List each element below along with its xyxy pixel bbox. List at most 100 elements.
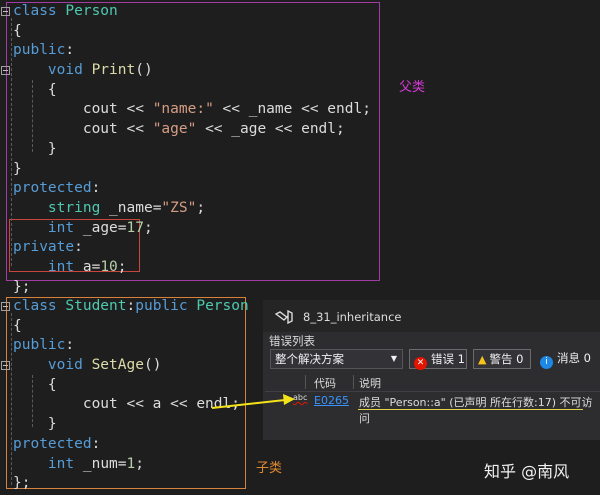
code-line[interactable]: int a=10;	[13, 258, 371, 278]
code-token: Person	[65, 3, 118, 19]
warnings-filter-button[interactable]: ▲ 警告 0	[473, 349, 531, 369]
column-header-code[interactable]: 代码	[314, 375, 336, 391]
chevron-down-icon: ▼	[390, 354, 397, 363]
parent-class-annotation: 父类	[399, 80, 426, 95]
scope-dropdown-value: 整个解决方案	[275, 352, 344, 366]
code-line[interactable]: int _age=17;	[13, 219, 371, 239]
code-line[interactable]: public:	[13, 41, 371, 61]
messages-filter-button[interactable]: i 消息 0	[536, 349, 600, 369]
error-table-header: 代码 说明	[265, 373, 600, 392]
error-code[interactable]: E0265	[314, 394, 349, 407]
code-token: string	[47, 199, 101, 216]
code-token: {	[13, 81, 57, 98]
code-line[interactable]: cout << a << endl;	[13, 395, 249, 415]
code-token: private	[13, 239, 75, 256]
code-line[interactable]: void Print()	[13, 61, 371, 81]
errors-filter-button[interactable]: ✕ 错误 1	[409, 349, 467, 370]
code-line[interactable]: void SetAge()	[13, 356, 249, 376]
code-line[interactable]: cout << "name:" << _name << endl;	[13, 100, 371, 120]
panel-header: 8_31_inheritance	[263, 300, 600, 332]
visual-studio-icon	[275, 310, 293, 324]
indent-guide	[11, 313, 12, 485]
code-token: class	[13, 3, 66, 19]
code-token: :	[65, 337, 75, 354]
parent-code-block[interactable]: class Person{public: void Print() { cout…	[13, 2, 371, 297]
code-token: :	[91, 435, 101, 452]
code-token: };	[13, 278, 31, 295]
fold-toggle-icon[interactable]	[1, 7, 10, 16]
code-token: "age"	[152, 121, 197, 138]
code-token: "ZS"	[161, 199, 197, 216]
panel-title: 错误列表	[269, 334, 315, 348]
code-token: cout <<	[13, 101, 153, 118]
code-token: }	[13, 160, 22, 177]
code-line[interactable]: };	[13, 278, 371, 298]
code-line[interactable]: };	[13, 474, 249, 494]
code-line[interactable]: class Person	[13, 2, 371, 22]
code-line[interactable]: }	[13, 415, 249, 435]
messages-filter-label: 消息 0	[557, 351, 591, 365]
code-line[interactable]: private:	[13, 238, 371, 258]
code-token: }	[13, 140, 57, 157]
code-line[interactable]: cout << "age" << _age << endl;	[13, 120, 371, 140]
code-token: _name=	[100, 199, 162, 216]
code-line[interactable]: protected:	[13, 435, 249, 455]
code-token: Student	[65, 298, 127, 314]
code-token: Print	[91, 62, 136, 79]
info-icon: i	[540, 356, 553, 369]
error-row[interactable]: abc E0265 成员 "Person::a" (已声明 所在行数:17) 不…	[265, 392, 600, 425]
code-token: {	[13, 317, 22, 334]
code-token: {	[13, 22, 22, 39]
warnings-filter-label: 警告 0	[489, 352, 524, 366]
code-token: 17	[126, 219, 144, 236]
code-line[interactable]: string _name="ZS";	[13, 199, 371, 219]
code-token: _age=	[74, 219, 127, 236]
code-token: public	[13, 337, 66, 354]
code-line[interactable]: protected:	[13, 179, 371, 199]
code-token: a=	[74, 258, 101, 275]
code-token: protected	[13, 435, 92, 452]
code-token: :	[91, 180, 101, 197]
code-line[interactable]: public:	[13, 336, 249, 356]
code-token: ()	[135, 62, 153, 79]
column-divider	[353, 375, 354, 389]
code-line[interactable]: {	[13, 22, 371, 42]
fold-toggle-icon[interactable]	[1, 66, 10, 75]
code-line[interactable]: {	[13, 81, 371, 101]
child-code-block[interactable]: class Student:public Person{public: void…	[13, 297, 249, 494]
code-token: int	[47, 219, 75, 236]
code-token: ;	[117, 258, 127, 275]
code-token: {	[13, 376, 57, 393]
child-class-annotation: 子类	[256, 461, 283, 476]
code-token: void	[47, 62, 92, 79]
errors-filter-label: 错误 1	[431, 352, 465, 366]
code-token: void	[47, 357, 92, 374]
code-token: << _name << endl;	[213, 101, 371, 118]
code-line[interactable]: {	[13, 317, 249, 337]
fold-toggle-icon[interactable]	[1, 302, 10, 311]
code-token: public	[13, 42, 66, 59]
code-token: ;	[135, 455, 144, 472]
code-line[interactable]: {	[13, 376, 249, 396]
code-token: ()	[143, 357, 162, 374]
code-token: int	[47, 455, 75, 472]
code-line[interactable]: }	[13, 160, 371, 180]
code-line[interactable]: int _num=1;	[13, 455, 249, 475]
scope-dropdown[interactable]: 整个解决方案 ▼	[270, 349, 403, 369]
code-token: ;	[143, 219, 153, 236]
code-token: cout <<	[13, 121, 153, 138]
indent-guide	[11, 18, 12, 266]
code-line[interactable]: class Student:public Person	[13, 297, 249, 317]
code-token: }	[13, 416, 57, 433]
code-line[interactable]: }	[13, 140, 371, 160]
fold-toggle-icon[interactable]	[1, 361, 10, 370]
code-token: :	[74, 239, 83, 256]
column-header-description[interactable]: 说明	[359, 375, 381, 391]
code-token: ;	[196, 199, 206, 216]
column-divider	[305, 375, 306, 389]
